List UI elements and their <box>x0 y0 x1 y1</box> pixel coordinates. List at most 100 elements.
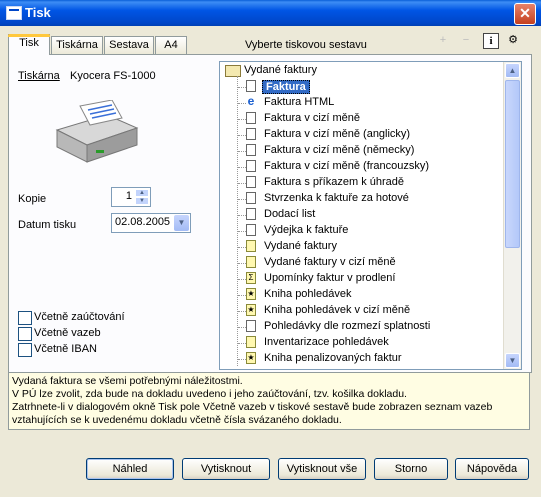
tree-root-label: Vydané faktury <box>244 64 317 76</box>
spin-up-icon[interactable]: ▲ <box>135 189 149 197</box>
report-icon <box>246 336 256 348</box>
document-icon <box>246 112 256 124</box>
tab-a4[interactable]: A4 <box>155 36 187 54</box>
spin-down-icon[interactable]: ▼ <box>135 197 149 205</box>
tree-item-label: Faktura v cizí měně (francouzsky) <box>264 160 430 172</box>
tree-connector <box>238 263 246 264</box>
tree-item-label: Kniha penalizovaných faktur <box>264 352 402 364</box>
tree-connector <box>238 343 246 344</box>
checkbox-zauctovani[interactable] <box>18 311 32 325</box>
report-icon <box>246 256 256 268</box>
html-icon: e <box>246 94 256 108</box>
tab-tisk[interactable]: Tisk <box>8 34 50 55</box>
report-icon <box>246 240 256 252</box>
tree-connector <box>238 135 246 136</box>
tree-connector <box>238 231 246 232</box>
printer-link[interactable]: Tiskárna <box>18 70 60 82</box>
tree-connector <box>238 295 246 296</box>
description-line: V PÚ lze zvolit, zda bude na dokladu uve… <box>12 388 407 400</box>
tree-item-label: Faktura v cizí měně (anglicky) <box>264 128 411 140</box>
scroll-thumb[interactable] <box>505 80 520 248</box>
tree-item-label: Faktura v cizí měně <box>264 112 360 124</box>
tree-item-label: Vydané faktury <box>264 240 337 252</box>
cancel-button[interactable]: Storno <box>374 458 448 480</box>
print-button[interactable]: Vytisknout <box>182 458 270 480</box>
scrollbar[interactable]: ▲ ▼ <box>503 62 521 369</box>
tree-item-label: Stvrzenka k faktuře za hotové <box>264 192 409 204</box>
tree-item-label: Kniha pohledávek v cizí měně <box>264 304 411 316</box>
printer-illustration <box>55 100 139 163</box>
tree-connector <box>238 359 246 360</box>
info-icon[interactable]: i <box>483 33 499 49</box>
settings-icon[interactable]: ⚙ <box>506 33 520 47</box>
print-date-value: 02.08.2005 <box>115 216 171 228</box>
close-button[interactable]: ✕ <box>514 3 536 25</box>
copies-value: 1 <box>125 190 132 202</box>
tree-item-label: Kniha pohledávek <box>264 288 352 300</box>
report-tree[interactable]: Vydané faktury Faktura e Faktura HTML Faktu… <box>219 61 522 370</box>
checkbox-iban-label: Včetně IBAN <box>34 343 97 355</box>
help-button[interactable]: Nápověda <box>455 458 529 480</box>
report-description: Vydaná faktura se všemi potřebnými nálež… <box>8 372 530 430</box>
tree-item-label: Faktura v cizí měně (německy) <box>264 144 415 156</box>
remove-icon[interactable]: − <box>459 33 473 47</box>
star-report-icon: ★ <box>246 304 256 316</box>
tree-item-label: Inventarizace pohledávek <box>264 336 389 348</box>
document-icon <box>246 128 256 140</box>
tree-item-label: Faktura HTML <box>264 96 335 108</box>
sigma-report-icon: Σ <box>246 272 256 284</box>
description-line: Vydaná faktura se všemi potřebnými nálež… <box>12 375 243 387</box>
tree-connector <box>238 247 246 248</box>
tree-connector <box>238 183 246 184</box>
window-icon <box>6 6 22 20</box>
description-line: vztahujících se k uvedenému dokladu včet… <box>12 414 342 426</box>
tree-item-label: Výdejka k faktuře <box>264 224 349 236</box>
tree-item-label: Faktura s příkazem k úhradě <box>264 176 405 188</box>
checkbox-iban[interactable] <box>18 343 32 357</box>
tree-connector <box>238 167 246 168</box>
print-date-label: Datum tisku <box>18 219 77 231</box>
title-bar[interactable]: Tisk ✕ <box>0 0 541 26</box>
star-report-icon: ★ <box>246 288 256 300</box>
description-line: Zatrhnete-li v dialogovém okně Tisk pole… <box>12 401 493 413</box>
scroll-down-icon[interactable]: ▼ <box>505 353 520 368</box>
report-header-label: Vyberte tiskovou sestavu <box>245 39 367 51</box>
document-icon <box>246 192 256 204</box>
tree-item-label: Pohledávky dle rozmezí splatnosti <box>264 320 431 332</box>
tree-connector <box>238 119 246 120</box>
document-icon <box>246 144 256 156</box>
tree-item-label: Upomínky faktur v prodlení <box>264 272 396 284</box>
document-icon <box>246 160 256 172</box>
document-icon <box>246 224 256 236</box>
tab-tiskarna[interactable]: Tiskárna <box>51 36 103 54</box>
tree-connector <box>238 151 246 152</box>
printer-name: Kyocera FS-1000 <box>70 70 156 82</box>
chevron-down-icon[interactable]: ▼ <box>174 215 189 231</box>
print-all-button[interactable]: Vytisknout vše <box>278 458 366 480</box>
tree-connector <box>238 279 246 280</box>
checkbox-zauctovani-label: Včetně zaúčtování <box>34 311 125 323</box>
tree-connector <box>238 103 246 104</box>
copies-stepper[interactable]: 1 ▲ ▼ <box>111 187 151 207</box>
tree-item-label: Dodací list <box>264 208 316 220</box>
close-icon: ✕ <box>519 5 531 21</box>
checkbox-vazby[interactable] <box>18 327 32 341</box>
copies-label: Kopie <box>18 193 47 205</box>
book-icon <box>225 65 241 77</box>
tree-item-label: Vydané faktury v cizí měně <box>264 256 396 268</box>
tree-item-label: Faktura <box>262 80 310 94</box>
window-title: Tisk <box>25 5 51 20</box>
scroll-up-icon[interactable]: ▲ <box>505 63 520 78</box>
document-icon <box>246 208 256 220</box>
tree-connector <box>238 327 246 328</box>
tree-connector <box>238 87 246 88</box>
document-icon <box>246 320 256 332</box>
tab-sestava[interactable]: Sestava <box>104 36 154 54</box>
preview-button[interactable]: Náhled <box>86 458 174 480</box>
print-dialog: Tisk ✕ Tisk Tiskárna Sestava A4 Vyberte … <box>0 0 541 497</box>
add-icon[interactable]: + <box>436 33 450 47</box>
tree-connector <box>238 199 246 200</box>
document-icon <box>246 80 256 92</box>
star-report-icon: ★ <box>246 352 256 364</box>
print-date-picker[interactable]: 02.08.2005 ▼ <box>111 213 191 233</box>
